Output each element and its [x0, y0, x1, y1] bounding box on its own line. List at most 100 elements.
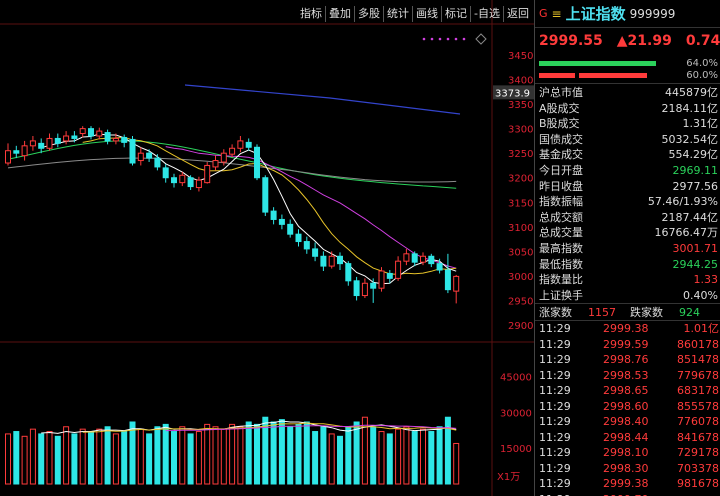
price-change: ▲21.99	[616, 33, 672, 49]
price-tick-label: 3400	[508, 76, 533, 87]
g-icon[interactable]: G	[539, 7, 548, 20]
tick-price: 2998.53	[603, 368, 649, 382]
candle-body	[21, 145, 28, 157]
candle-body	[38, 142, 45, 149]
stat-label: 总成交额	[539, 210, 583, 224]
dot-marker	[462, 37, 466, 41]
candle-body	[137, 152, 144, 162]
candle-body	[328, 255, 335, 267]
volume-bar	[54, 435, 61, 485]
tick-row: 11:29 2998.76 851478	[535, 352, 720, 368]
dot-marker	[438, 37, 442, 41]
tick-volume: 779678	[677, 368, 719, 382]
stat-row: 上证换手 0.40%	[535, 288, 720, 304]
volume-bar	[245, 421, 252, 485]
volume-bar	[46, 431, 53, 485]
candle-body	[29, 140, 36, 147]
stat-label: A股成交	[539, 101, 580, 115]
volume-bar	[220, 428, 227, 485]
volume-bar	[303, 421, 310, 485]
volume-bar	[453, 442, 460, 485]
tick-list[interactable]: 11:29 2999.38 1.01亿 11:29 2999.59 860178 11:29…	[535, 321, 720, 496]
volume-bar	[5, 433, 11, 485]
price-tick-label: 3050	[508, 247, 533, 258]
tick-volume: 981678	[677, 477, 719, 491]
toolbar-button[interactable]: 叠加	[325, 6, 354, 22]
price-tick-label: 3350	[508, 100, 533, 111]
toolbar-button[interactable]: -自选	[470, 6, 503, 22]
tick-time: 11:29	[539, 492, 603, 496]
ratio-bars: 64.0% 60.0%	[535, 54, 720, 84]
volume-bar	[63, 426, 70, 485]
ma250-line	[184, 84, 461, 115]
tick-price: 2999.38	[603, 477, 649, 491]
index-name: 上证指数	[565, 5, 626, 23]
price-change-pct: 0.74%	[685, 33, 720, 49]
tick-price: 2998.76	[603, 353, 649, 367]
toolbar-button[interactable]: 指标	[297, 6, 325, 22]
kline-chart[interactable]: 3450 3400 3350 3300 3250 3200 3150 3100 3050 3000…	[0, 0, 534, 496]
toolbar-button[interactable]: 多股	[354, 6, 383, 22]
stat-row: 总成交额 2187.44亿	[535, 210, 720, 226]
dot-marker	[446, 37, 450, 41]
volume-bar	[312, 431, 319, 485]
stat-row: 基金成交 554.29亿	[535, 147, 720, 163]
stat-value: 2977.56	[672, 179, 719, 193]
toolbar-button[interactable]: 返回	[503, 6, 532, 22]
candle-body	[386, 272, 393, 279]
price-tick-label: 3000	[508, 272, 533, 283]
tick-time: 11:29	[539, 353, 571, 367]
stat-row: A股成交 2184.11亿	[535, 101, 720, 117]
tick-time: 11:29	[539, 461, 571, 475]
candle-body	[403, 253, 410, 262]
candle-body	[129, 138, 136, 164]
dot-marker	[430, 37, 434, 41]
volume-bar	[420, 428, 426, 485]
menu-icon[interactable]: ≡	[552, 7, 562, 21]
chart-area[interactable]: 指标 叠加 多股 统计 画线 标记 -自选 返回 3450 3400 3350 3300 3250 32…	[0, 0, 534, 496]
toolbar-button[interactable]: 标记	[441, 6, 470, 22]
tick-price: 2999.38	[603, 322, 649, 336]
tick-volume: 855578	[677, 399, 719, 413]
price-tick-label: 3300	[508, 125, 533, 136]
candle-body	[395, 260, 402, 279]
candle-body	[436, 263, 443, 271]
candle-body	[345, 263, 352, 282]
stat-value: 5032.54亿	[661, 132, 719, 146]
candle-body	[220, 152, 227, 163]
dot-marker	[454, 37, 458, 41]
tick-time: 11:29	[539, 337, 571, 351]
volume-bar	[237, 426, 244, 485]
toolbar-button[interactable]: 画线	[412, 6, 441, 22]
volume-unit-label: X1万	[497, 472, 520, 483]
candle-body	[287, 223, 294, 235]
volume-bar	[38, 433, 45, 485]
candle-body	[187, 177, 194, 188]
stat-value: 554.29亿	[668, 148, 719, 162]
stat-label: B股成交	[539, 117, 580, 131]
tick-volume: 776078	[677, 415, 719, 429]
toolbar-button[interactable]: 统计	[383, 6, 412, 22]
volume-bar	[345, 426, 352, 485]
volume-bar	[129, 421, 136, 485]
tick-volume: 860178	[677, 337, 719, 351]
ma20-line	[165, 146, 457, 269]
candle-body	[63, 135, 70, 142]
volume-bar	[121, 431, 128, 485]
ratio-bar-green	[539, 61, 656, 66]
stat-row: 总成交量 16766.47万	[535, 225, 720, 241]
candle-body	[71, 135, 78, 139]
up-count-label: 涨家数	[539, 306, 572, 320]
stat-value: 57.46/1.93%	[647, 195, 718, 209]
candle-body	[237, 140, 244, 149]
price-tick-label: 3150	[508, 198, 533, 209]
volume-bar	[96, 428, 103, 485]
quote-panel: G ≡ 上证指数 999999 2999.55 ▲21.99 0.74% 64.…	[534, 0, 720, 496]
candle-body	[428, 255, 435, 265]
candle-body	[154, 157, 161, 168]
tick-time: 11:29	[539, 477, 571, 491]
tick-row: 11:29 2998.44 841678	[535, 430, 720, 446]
tick-row: 11:292999.70	[535, 492, 720, 496]
candle-body	[312, 248, 319, 257]
volume-bar	[287, 426, 294, 485]
